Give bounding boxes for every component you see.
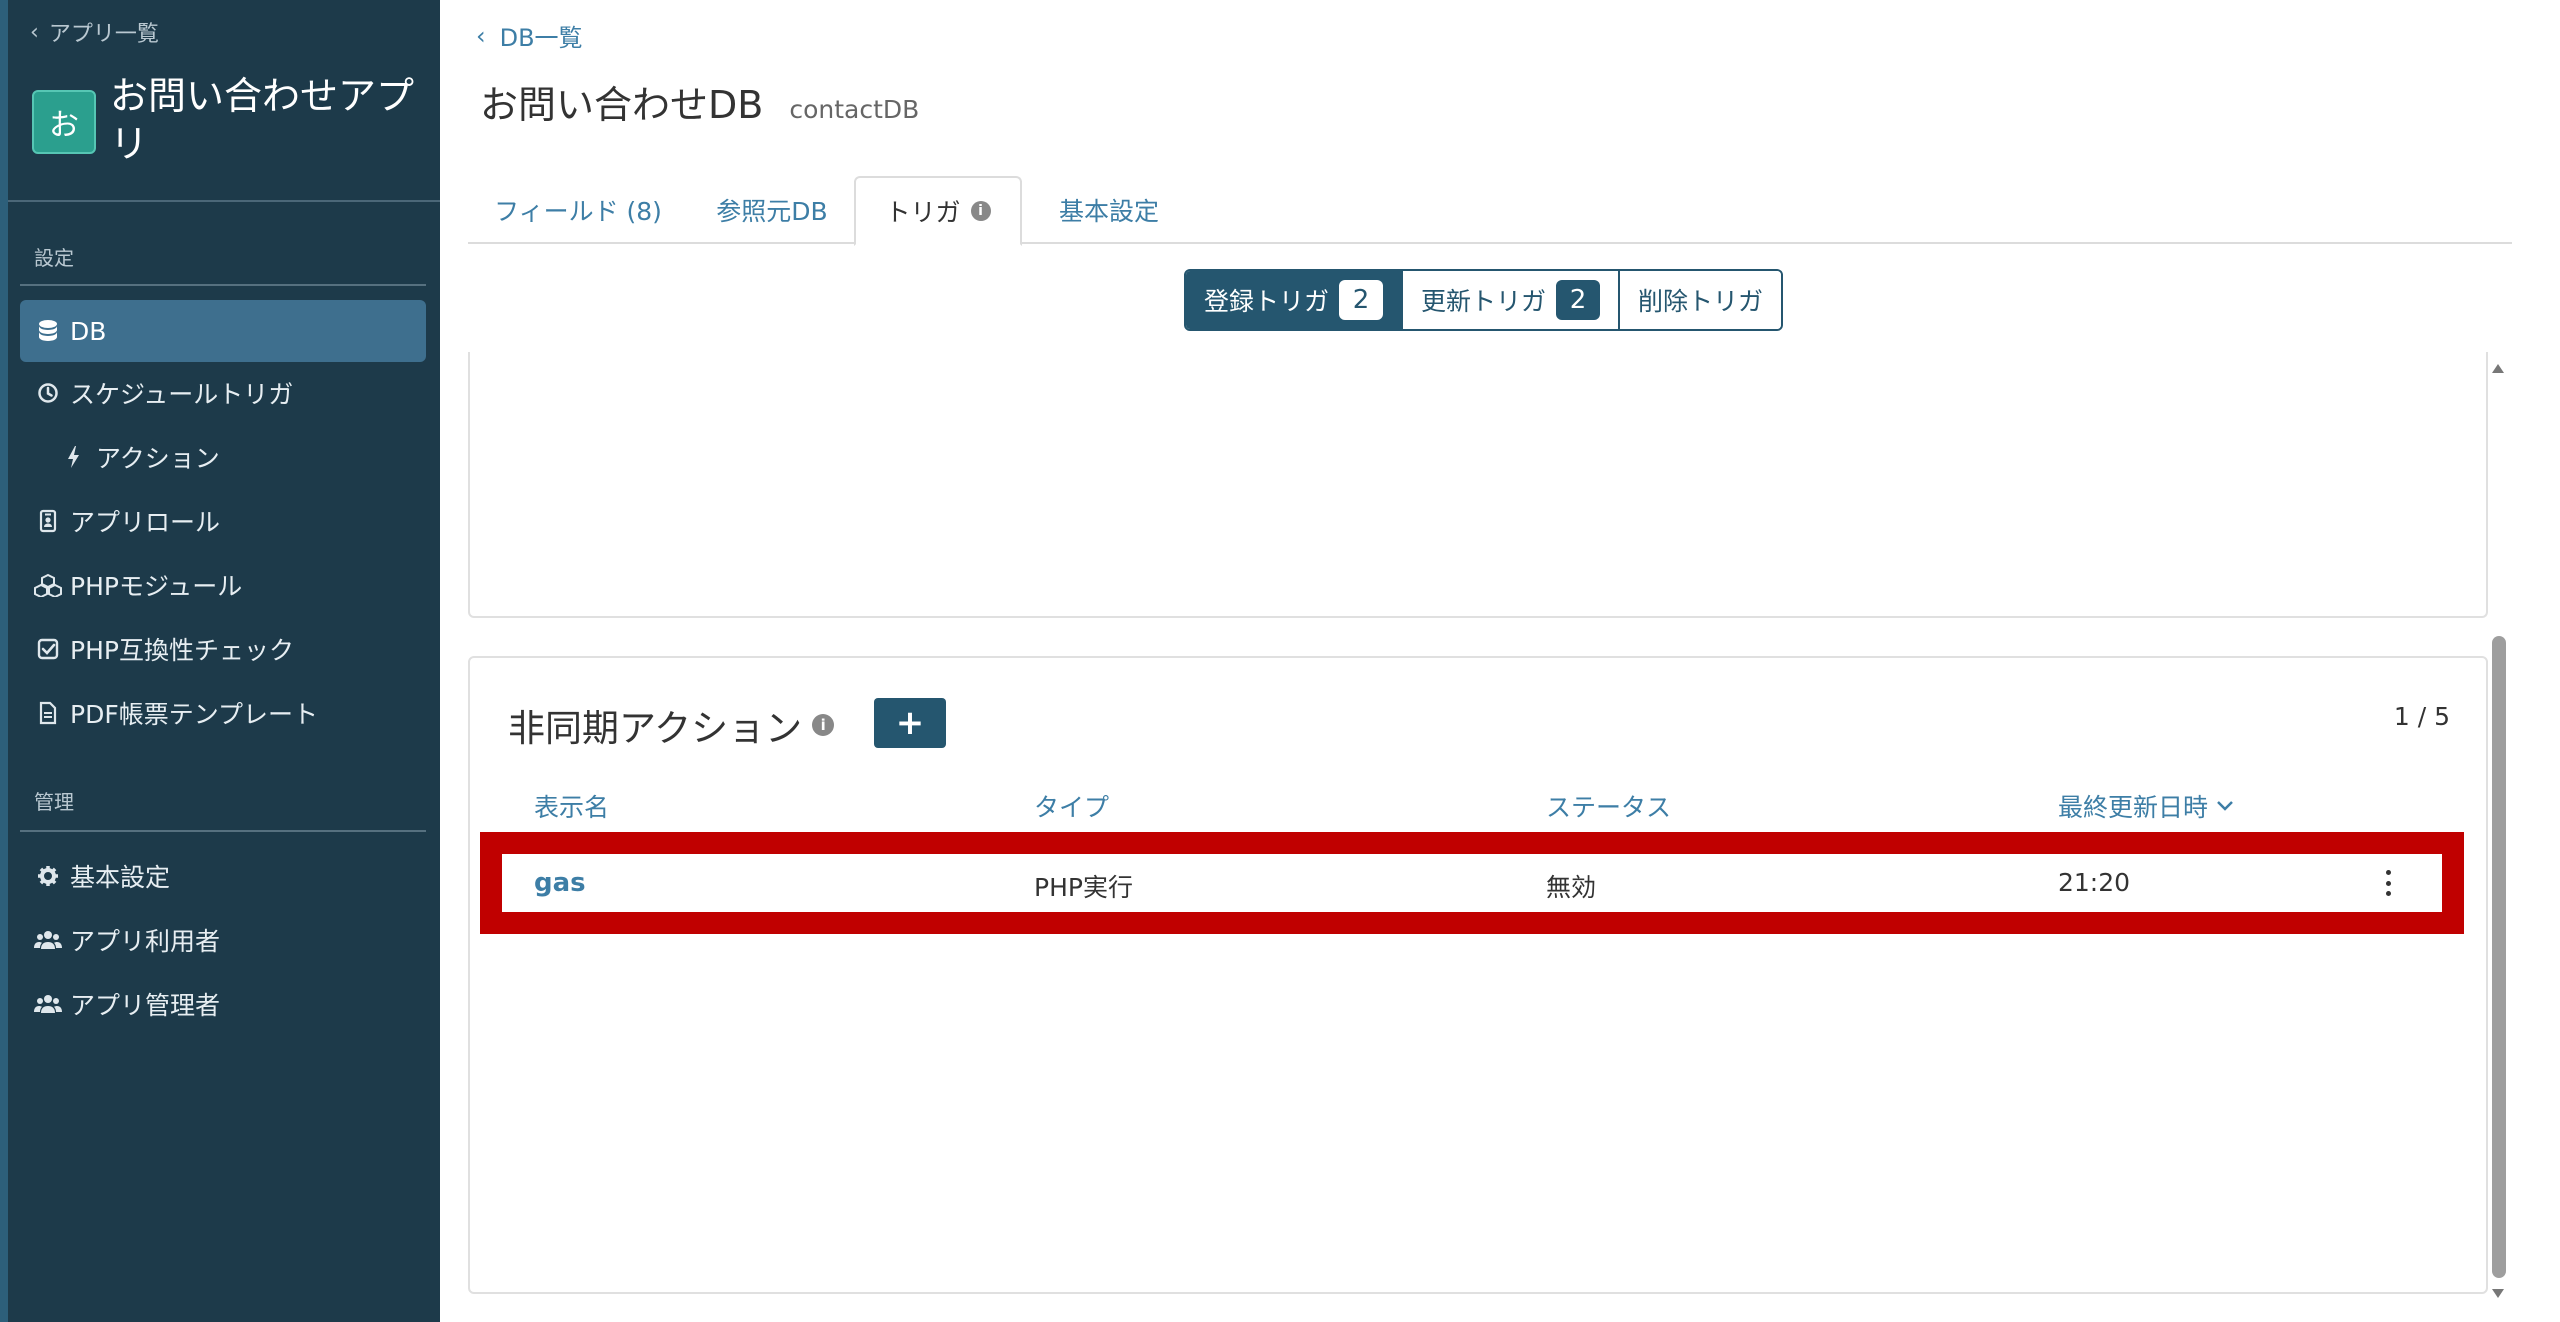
segment-label: 更新トリガ bbox=[1421, 287, 1547, 316]
users-icon bbox=[34, 926, 62, 954]
gear-icon bbox=[34, 862, 62, 890]
sidebar-item-label: アプリ利用者 bbox=[70, 927, 221, 956]
sidebar-item-app-admins[interactable]: アプリ管理者 bbox=[20, 973, 426, 1035]
tab-label: 参照元DB bbox=[716, 197, 828, 226]
tab-label: トリガ bbox=[885, 198, 961, 227]
sidebar-item-label: 基本設定 bbox=[70, 863, 171, 892]
sidebar-divider bbox=[8, 200, 440, 202]
panel-title-text: 非同期アクション bbox=[508, 707, 803, 750]
scroll-down-arrow-icon[interactable] bbox=[2492, 1289, 2504, 1298]
database-icon bbox=[34, 317, 62, 345]
action-updated-time: 21:20 bbox=[2058, 868, 2131, 897]
sidebar-item-schedule-trigger[interactable]: スケジュールトリガ bbox=[20, 362, 426, 424]
delete-trigger-button[interactable]: 削除トリガ bbox=[1618, 271, 1782, 329]
back-link-label: アプリ一覧 bbox=[48, 22, 159, 47]
segment-label: 登録トリガ bbox=[1204, 287, 1330, 316]
app-header: お お問い合わせアプリ bbox=[32, 72, 430, 168]
sidebar-item-label: アプリ管理者 bbox=[70, 991, 221, 1020]
action-name-link[interactable]: gas bbox=[534, 868, 586, 898]
sidebar-item-db[interactable]: DB bbox=[20, 300, 426, 362]
column-label: 表示名 bbox=[534, 793, 610, 822]
info-icon: i bbox=[970, 201, 991, 221]
file-icon bbox=[34, 699, 62, 727]
column-header-status[interactable]: ステータス bbox=[1546, 788, 1671, 824]
create-trigger-button[interactable]: 登録トリガ 2 bbox=[1186, 271, 1402, 329]
sidebar-item-app-users[interactable]: アプリ利用者 bbox=[20, 909, 426, 971]
bolt-icon bbox=[60, 443, 88, 471]
update-trigger-button[interactable]: 更新トリガ 2 bbox=[1401, 271, 1619, 329]
action-status: 無効 bbox=[1546, 873, 1597, 902]
sidebar-item-basic-settings[interactable]: 基本設定 bbox=[20, 845, 426, 907]
async-actions-title: 非同期アクション i bbox=[508, 698, 835, 752]
tab-bar: フィールド (8) 参照元DB トリガ i 基本設定 bbox=[468, 176, 2512, 246]
tab-fields[interactable]: フィールド (8) bbox=[468, 176, 688, 244]
column-label: タイプ bbox=[1034, 793, 1110, 822]
tab-trigger[interactable]: トリガ i bbox=[854, 176, 1022, 246]
sidebar-item-label: スケジュールトリガ bbox=[70, 380, 294, 409]
users-icon bbox=[34, 990, 62, 1018]
page-title-text: お問い合わせDB bbox=[480, 83, 764, 127]
sidebar-item-php-module[interactable]: PHPモジュール bbox=[20, 554, 426, 616]
breadcrumb[interactable]: ‹ DB一覧 bbox=[476, 18, 583, 53]
back-to-app-list-link[interactable]: ‹ アプリ一覧 bbox=[30, 16, 159, 48]
main-content: ‹ DB一覧 お問い合わせDB contactDB フィールド (8) 参照元D… bbox=[440, 0, 2520, 1322]
async-actions-panel: 非同期アクション i + 1 / 5 表示名 タイプ ステータス 最終更新日時 … bbox=[468, 656, 2488, 1294]
sidebar-item-label: PDF帳票テンプレート bbox=[70, 700, 318, 729]
sidebar-item-label: PHPモジュール bbox=[70, 572, 243, 601]
sidebar-item-label: アクション bbox=[96, 444, 220, 473]
clock-icon bbox=[34, 379, 62, 407]
sidebar-item-action[interactable]: アクション bbox=[20, 426, 426, 488]
sidebar-item-label: PHP互換性チェック bbox=[70, 636, 294, 665]
column-label: 最終更新日時 bbox=[2058, 793, 2209, 822]
action-type: PHP実行 bbox=[1034, 873, 1133, 902]
trigger-type-selector: 登録トリガ 2 更新トリガ 2 削除トリガ bbox=[1184, 269, 1784, 331]
sidebar-item-label: アプリロール bbox=[70, 508, 221, 537]
section-rule bbox=[20, 284, 426, 286]
column-header-type[interactable]: タイプ bbox=[1034, 788, 1109, 824]
column-header-last-updated[interactable]: 最終更新日時 bbox=[2058, 788, 2234, 824]
info-icon[interactable]: i bbox=[812, 714, 835, 736]
app-icon: お bbox=[32, 90, 96, 154]
section-rule bbox=[20, 830, 426, 832]
vertical-scrollbar[interactable] bbox=[2486, 356, 2510, 1298]
tab-label: 基本設定 bbox=[1058, 197, 1159, 226]
sidebar-edge bbox=[0, 0, 8, 1322]
chevron-down-icon bbox=[2217, 801, 2233, 811]
kebab-menu-icon[interactable] bbox=[2382, 870, 2394, 896]
sidebar-item-label: DB bbox=[70, 316, 107, 346]
tab-referenced-db[interactable]: 参照元DB bbox=[692, 176, 852, 244]
count-badge: 2 bbox=[1556, 280, 1601, 320]
segment-label: 削除トリガ bbox=[1638, 287, 1764, 316]
sync-actions-panel bbox=[468, 352, 2488, 618]
chevron-left-icon: ‹ bbox=[30, 19, 39, 45]
check-square-icon bbox=[34, 635, 62, 663]
section-label-admin: 管理 bbox=[34, 790, 74, 814]
sidebar-item-app-role[interactable]: アプリロール bbox=[20, 490, 426, 552]
tab-label: フィールド (8) bbox=[494, 197, 662, 226]
page-title-sub: contactDB bbox=[789, 95, 920, 124]
scrollbar-thumb[interactable] bbox=[2492, 636, 2506, 1278]
pagination-count: 1 / 5 bbox=[2393, 702, 2450, 731]
sidebar-item-pdf-template[interactable]: PDF帳票テンプレート bbox=[20, 682, 426, 744]
app-title: お問い合わせアプリ bbox=[110, 74, 415, 166]
id-badge-icon bbox=[34, 507, 62, 535]
sidebar: ‹ アプリ一覧 お お問い合わせアプリ 設定 DB スケジュールトリガ アクショ… bbox=[0, 0, 440, 1322]
section-label-settings: 設定 bbox=[34, 246, 74, 270]
sidebar-item-php-compat-check[interactable]: PHP互換性チェック bbox=[20, 618, 426, 680]
chevron-left-icon: ‹ bbox=[476, 21, 486, 50]
page-title: お問い合わせDB contactDB bbox=[480, 74, 919, 129]
cubes-icon bbox=[34, 571, 62, 599]
table-row[interactable] bbox=[502, 854, 2442, 912]
breadcrumb-db-list[interactable]: DB一覧 bbox=[500, 18, 583, 53]
column-label: ステータス bbox=[1546, 793, 1672, 822]
scroll-up-arrow-icon[interactable] bbox=[2492, 364, 2504, 373]
column-header-display-name[interactable]: 表示名 bbox=[534, 788, 609, 824]
add-async-action-button[interactable]: + bbox=[874, 698, 946, 748]
count-badge: 2 bbox=[1339, 280, 1384, 320]
tab-basic-settings[interactable]: 基本設定 bbox=[1024, 176, 1194, 244]
